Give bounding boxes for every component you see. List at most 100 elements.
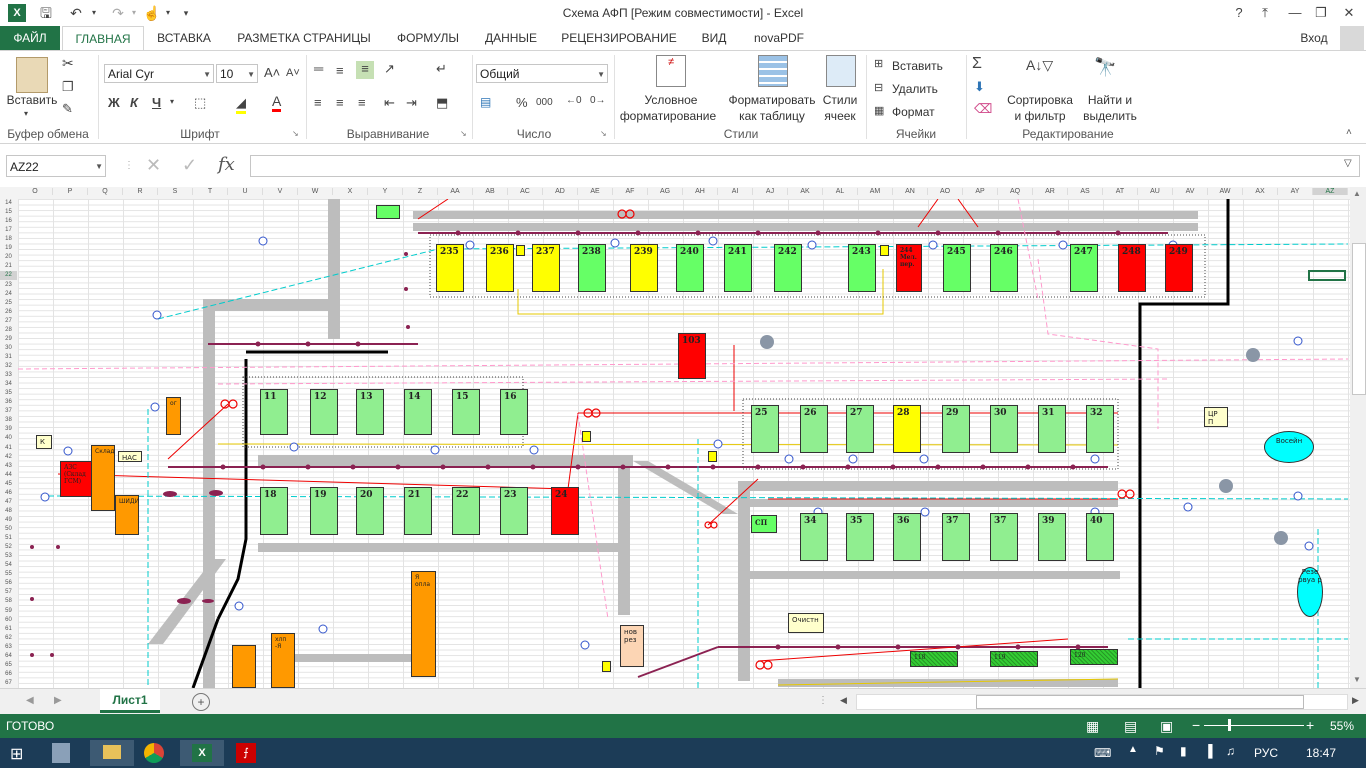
row-header[interactable]: 67 xyxy=(0,679,17,688)
align-top-icon[interactable]: ═ xyxy=(314,61,323,76)
scroll-thumb[interactable] xyxy=(1352,243,1366,395)
row-header[interactable]: 35 xyxy=(0,389,17,398)
font-color-icon[interactable]: A xyxy=(272,93,282,112)
column-header[interactable]: AM xyxy=(858,188,893,195)
column-header[interactable]: AJ xyxy=(753,188,788,195)
row-header[interactable]: 48 xyxy=(0,507,17,516)
row-header[interactable]: 20 xyxy=(0,253,17,262)
confirm-entry-icon[interactable]: ✓ xyxy=(182,155,197,176)
scroll-up-icon[interactable]: ▲ xyxy=(1353,189,1361,198)
sort-filter-icon[interactable]: A↓▽ xyxy=(1026,57,1053,74)
paste-dropdown-icon[interactable]: ▾ xyxy=(24,109,28,118)
copy-icon[interactable]: ❐ xyxy=(62,79,74,95)
column-header[interactable]: AC xyxy=(508,188,543,195)
row-header[interactable]: 24 xyxy=(0,290,17,299)
scroll-down-icon[interactable]: ▼ xyxy=(1353,675,1361,684)
hscroll-left-icon[interactable]: ◀ xyxy=(840,695,847,706)
column-header[interactable]: AF xyxy=(613,188,648,195)
row-header[interactable]: 66 xyxy=(0,670,17,679)
desktop-app-icon[interactable] xyxy=(52,743,70,763)
sheet-prev-icon[interactable]: ◀ xyxy=(26,695,34,706)
column-header[interactable]: AY xyxy=(1278,188,1313,195)
row-header[interactable]: 47 xyxy=(0,498,17,507)
row-header[interactable]: 54 xyxy=(0,561,17,570)
column-header[interactable]: AG xyxy=(648,188,683,195)
row-header[interactable]: 39 xyxy=(0,425,17,434)
worksheet-grid[interactable]: 235 236 237 238 239 240 241 242 243 244 … xyxy=(18,199,1350,688)
minimize-icon[interactable]: — xyxy=(1282,2,1308,24)
row-header[interactable]: 40 xyxy=(0,434,17,443)
row-header[interactable]: 33 xyxy=(0,371,17,380)
alignment-dialog-launcher-icon[interactable]: ↘ xyxy=(460,129,467,138)
name-box[interactable]: AZ22 ▼ xyxy=(6,155,106,177)
fill-color-icon[interactable]: ◢ xyxy=(236,95,246,114)
row-header[interactable]: 52 xyxy=(0,543,17,552)
row-header[interactable]: 38 xyxy=(0,416,17,425)
find-select-icon[interactable]: 🔭 xyxy=(1094,57,1116,78)
tray-arrow-icon[interactable]: ▲ xyxy=(1128,744,1138,755)
column-header[interactable]: U xyxy=(228,188,263,195)
merge-center-icon[interactable]: ⬒ xyxy=(436,95,448,111)
conditional-formatting-label-1[interactable]: Условное xyxy=(626,93,716,107)
row-header[interactable]: 64 xyxy=(0,652,17,661)
row-header[interactable]: 49 xyxy=(0,516,17,525)
hscroll-split-icon[interactable]: ⋮ xyxy=(818,695,828,706)
row-header[interactable]: 30 xyxy=(0,344,17,353)
expand-formula-bar-icon[interactable]: ▽ xyxy=(1344,158,1352,169)
column-header[interactable]: R xyxy=(123,188,158,195)
decrease-font-icon[interactable]: A˅ xyxy=(286,67,300,79)
column-header[interactable]: AX xyxy=(1243,188,1278,195)
column-header[interactable]: W xyxy=(298,188,333,195)
chrome-icon[interactable] xyxy=(144,743,164,763)
tab-page-layout[interactable]: РАЗМЕТКА СТРАНИЦЫ xyxy=(230,26,378,50)
row-header[interactable]: 46 xyxy=(0,489,17,498)
column-header[interactable]: AB xyxy=(473,188,508,195)
row-header[interactable]: 51 xyxy=(0,534,17,543)
row-header[interactable]: 59 xyxy=(0,607,17,616)
delete-cells-button[interactable]: Удалить xyxy=(892,82,938,96)
page-layout-view-icon[interactable]: ▤ xyxy=(1124,718,1137,735)
row-header[interactable]: 22 xyxy=(0,271,17,281)
conditional-formatting-label-2[interactable]: форматирование xyxy=(618,109,718,123)
page-break-view-icon[interactable]: ▣ xyxy=(1160,718,1173,735)
sort-filter-label-2[interactable]: и фильтр xyxy=(1004,109,1076,123)
row-header[interactable]: 63 xyxy=(0,643,17,652)
conditional-formatting-icon[interactable]: ≠ xyxy=(656,55,686,87)
row-header[interactable]: 19 xyxy=(0,244,17,253)
find-select-label-1[interactable]: Найти и xyxy=(1080,93,1140,107)
column-header[interactable]: AE xyxy=(578,188,613,195)
column-header[interactable]: Q xyxy=(88,188,123,195)
row-header[interactable]: 17 xyxy=(0,226,17,235)
thousands-button[interactable]: 000 xyxy=(536,97,553,108)
row-header[interactable]: 58 xyxy=(0,597,17,606)
tab-review[interactable]: РЕЦЕНЗИРОВАНИЕ xyxy=(554,26,684,50)
row-header[interactable]: 31 xyxy=(0,353,17,362)
insert-function-button[interactable]: fx xyxy=(218,154,235,175)
row-header[interactable]: 41 xyxy=(0,444,17,453)
column-header[interactable]: Y xyxy=(368,188,403,195)
close-icon[interactable]: ✕ xyxy=(1336,2,1362,24)
column-header[interactable]: AV xyxy=(1173,188,1208,195)
column-header[interactable]: AN xyxy=(893,188,928,195)
increase-indent-icon[interactable]: ⇥ xyxy=(406,95,417,111)
column-header[interactable]: AW xyxy=(1208,188,1243,195)
clear-icon[interactable]: ⌫ xyxy=(974,101,992,117)
row-header[interactable]: 34 xyxy=(0,380,17,389)
tab-novapdf[interactable]: novaPDF xyxy=(744,26,814,50)
keyboard-icon[interactable]: ⌨ xyxy=(1094,746,1111,760)
insert-cells-button[interactable]: Вставить xyxy=(892,59,943,73)
network-flag-icon[interactable]: ⚑ xyxy=(1154,744,1165,758)
vertical-scrollbar[interactable]: ▲ ▼ xyxy=(1350,187,1366,688)
volume-icon[interactable]: ♫ xyxy=(1226,744,1235,758)
zoom-slider[interactable] xyxy=(1204,725,1304,726)
cell-styles-icon[interactable] xyxy=(826,55,856,87)
tab-data[interactable]: ДАННЫЕ xyxy=(478,26,544,50)
row-header[interactable]: 60 xyxy=(0,616,17,625)
increase-decimal-icon[interactable]: ←0 xyxy=(566,95,582,106)
underline-button[interactable]: Ч xyxy=(152,95,161,110)
column-header[interactable]: V xyxy=(263,188,298,195)
align-center-icon[interactable]: ≡ xyxy=(336,95,344,110)
row-header[interactable]: 14 xyxy=(0,199,17,208)
column-header[interactable]: Z xyxy=(403,188,438,195)
row-header[interactable]: 21 xyxy=(0,262,17,271)
